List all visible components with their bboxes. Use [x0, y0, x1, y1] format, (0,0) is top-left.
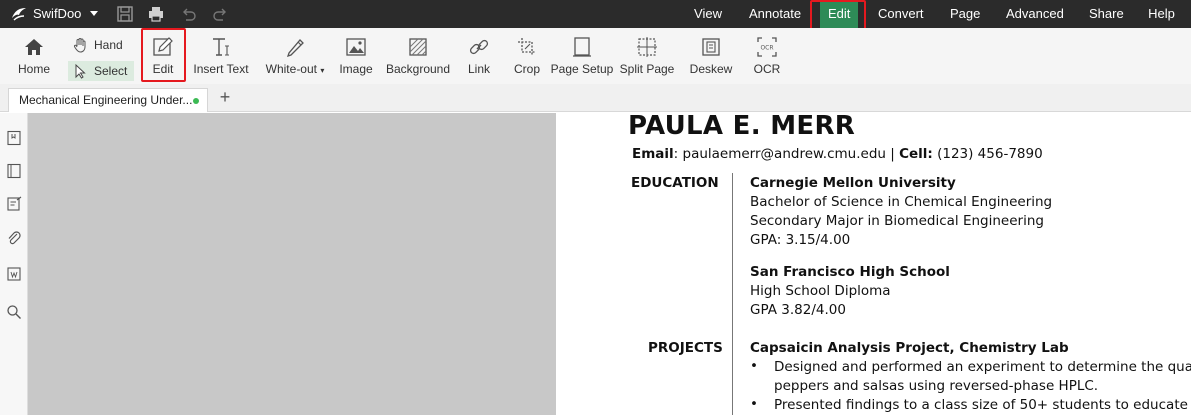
menu-view[interactable]: View: [694, 0, 722, 28]
resume-name: PAULA E. MERR: [628, 113, 856, 141]
left-sidebar: [0, 113, 28, 415]
school-1: Carnegie Mellon University: [750, 175, 956, 191]
menu-edit[interactable]: Edit: [820, 0, 858, 28]
home-button[interactable]: Home: [12, 28, 56, 84]
hand-tool-button[interactable]: Hand: [68, 35, 132, 55]
project-bullet-2-line-1: Presented findings to a class size of 50…: [774, 397, 1191, 413]
resume-contact-line: Email: paulaemerr@andrew.cmu.edu | Cell:…: [632, 146, 1043, 162]
major-1: Secondary Major in Biomedical Engineerin…: [750, 213, 1044, 229]
select-tool-button[interactable]: Select: [68, 61, 134, 81]
chevron-down-icon: ▾: [320, 66, 325, 75]
unsaved-dot-icon: [193, 98, 199, 104]
attachment-icon[interactable]: [6, 230, 22, 246]
project-title: Capsaicin Analysis Project, Chemistry La…: [750, 340, 1069, 356]
edit-pencil-icon: [153, 37, 173, 56]
print-icon[interactable]: [147, 5, 165, 23]
document-tab-title: Mechanical Engineering Under...: [19, 93, 193, 107]
menu-page[interactable]: Page: [950, 0, 980, 28]
image-button[interactable]: Image: [336, 28, 376, 84]
document-tab-bar: Mechanical Engineering Under... +: [0, 84, 1191, 112]
insert-text-button[interactable]: Insert Text: [192, 28, 250, 84]
crop-icon: [518, 38, 536, 56]
project-bullet-1-line-2: peppers and salsas using reversed-phase …: [774, 378, 1099, 394]
undo-icon[interactable]: [180, 5, 198, 23]
gpa-1: GPA: 3.15/4.00: [750, 232, 851, 248]
menu-convert[interactable]: Convert: [878, 0, 924, 28]
comments-icon[interactable]: [6, 196, 22, 212]
white-out-button[interactable]: White-out ▾: [262, 28, 328, 84]
document-tab[interactable]: Mechanical Engineering Under...: [8, 88, 208, 112]
split-page-button[interactable]: Split Page: [618, 28, 676, 84]
page-setup-icon: [573, 37, 591, 57]
menu-share[interactable]: Share: [1089, 0, 1124, 28]
bookmark-icon[interactable]: [6, 130, 22, 146]
home-icon: [25, 39, 43, 55]
degree-1: Bachelor of Science in Chemical Engineer…: [750, 194, 1053, 210]
page-setup-button[interactable]: Page Setup: [550, 28, 614, 84]
ribbon-toolbar: Home Hand Select Edit Insert Text White-: [0, 28, 1191, 84]
ocr-icon-badge: OCR: [760, 45, 773, 52]
fields-icon[interactable]: [6, 266, 22, 282]
background-button[interactable]: Background: [384, 28, 452, 84]
search-icon[interactable]: [6, 304, 22, 320]
cursor-arrow-icon: [75, 63, 86, 79]
insert-text-icon: [213, 38, 229, 56]
background-icon: [409, 38, 427, 56]
degree-2: High School Diploma: [750, 283, 891, 299]
title-bar: SwifDoo View Annotate Edit Convert Page …: [0, 0, 1191, 28]
pdf-page[interactable]: PAULA E. MERR Email: paulaemerr@andrew.c…: [556, 113, 1191, 415]
save-icon[interactable]: [116, 5, 134, 23]
hand-icon: [74, 38, 86, 53]
bullet-icon: •: [750, 358, 758, 374]
section-divider: [732, 173, 733, 415]
gpa-2: GPA 3.82/4.00: [750, 302, 846, 318]
app-menu-dropdown-icon[interactable]: [90, 11, 98, 16]
project-bullet-1-line-1: Designed and performed an experiment to …: [774, 359, 1191, 375]
edit-button[interactable]: Edit: [142, 28, 184, 84]
deskew-icon: [702, 38, 720, 56]
ocr-icon: OCR: [757, 37, 777, 57]
menu-help[interactable]: Help: [1148, 0, 1175, 28]
split-page-icon: [637, 37, 657, 57]
menu-advanced[interactable]: Advanced: [1006, 0, 1064, 28]
link-icon: [469, 39, 489, 55]
ocr-button[interactable]: OCR OCR: [750, 28, 784, 84]
eraser-brush-icon: [286, 39, 304, 58]
school-2: San Francisco High School: [750, 264, 950, 280]
education-heading: EDUCATION: [631, 175, 719, 191]
crop-button[interactable]: Crop: [508, 28, 546, 84]
redo-icon[interactable]: [211, 5, 229, 23]
thumbnail-icon[interactable]: [6, 163, 22, 179]
deskew-button[interactable]: Deskew: [688, 28, 734, 84]
link-button[interactable]: Link: [462, 28, 496, 84]
image-icon: [346, 38, 366, 56]
add-tab-button[interactable]: +: [216, 88, 234, 106]
bullet-icon: •: [750, 396, 758, 412]
menu-annotate[interactable]: Annotate: [749, 0, 801, 28]
projects-heading: PROJECTS: [648, 340, 723, 356]
app-name: SwifDoo: [33, 6, 82, 21]
document-canvas-background: [28, 113, 556, 415]
swifdoo-logo-icon: [12, 8, 26, 21]
